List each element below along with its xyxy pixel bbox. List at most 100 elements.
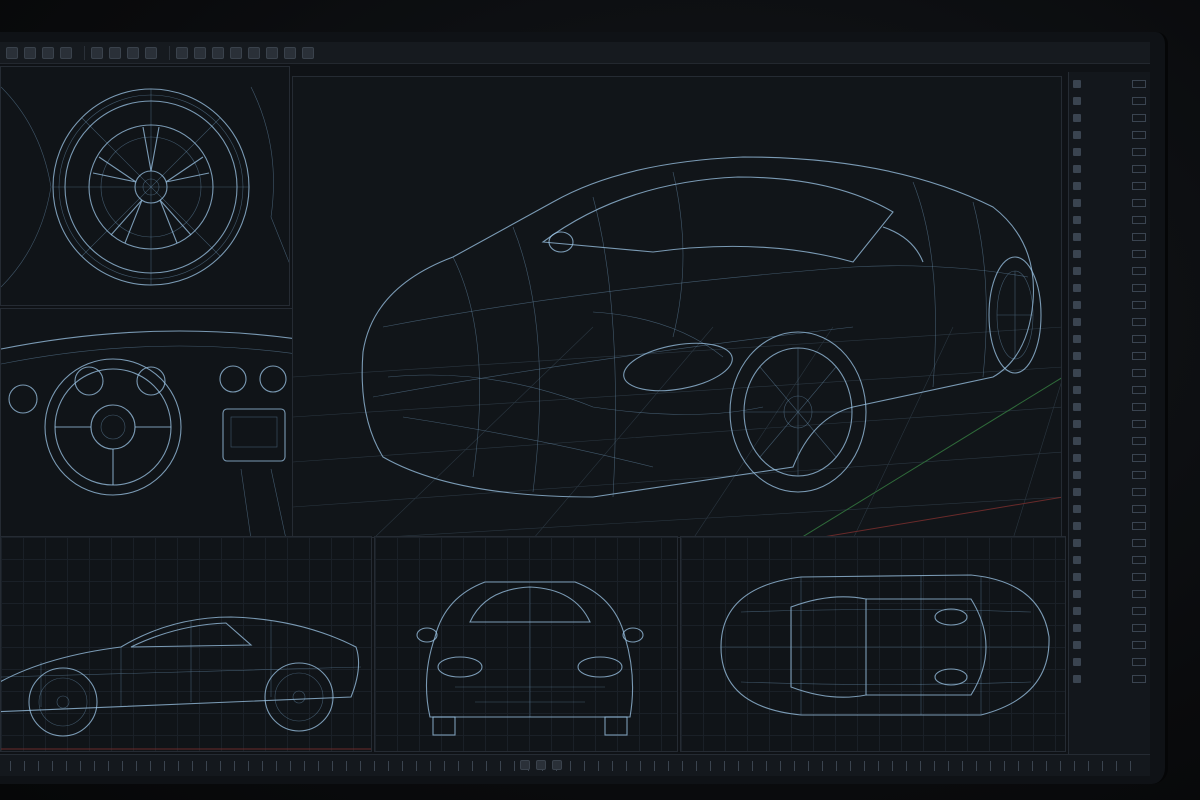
property-row[interactable] bbox=[1073, 673, 1146, 684]
property-row[interactable] bbox=[1073, 129, 1146, 140]
property-row[interactable] bbox=[1073, 146, 1146, 157]
property-value-box[interactable] bbox=[1132, 266, 1146, 275]
property-value-box[interactable] bbox=[1132, 300, 1146, 309]
snap-icon[interactable] bbox=[248, 46, 260, 59]
property-value-box[interactable] bbox=[1132, 283, 1146, 292]
property-row[interactable] bbox=[1073, 469, 1146, 480]
property-value-box[interactable] bbox=[1132, 232, 1146, 241]
property-value-box[interactable] bbox=[1132, 606, 1146, 615]
file-icon[interactable] bbox=[6, 46, 18, 59]
property-value-box[interactable] bbox=[1132, 504, 1146, 513]
viewport-top[interactable] bbox=[680, 536, 1066, 752]
property-value-box[interactable] bbox=[1132, 453, 1146, 462]
grid-icon[interactable] bbox=[230, 46, 242, 59]
property-row[interactable] bbox=[1073, 520, 1146, 531]
property-value-box[interactable] bbox=[1132, 436, 1146, 445]
property-value-box[interactable] bbox=[1132, 215, 1146, 224]
property-value-box[interactable] bbox=[1132, 419, 1146, 428]
property-value-box[interactable] bbox=[1132, 521, 1146, 530]
save-icon[interactable] bbox=[24, 46, 36, 59]
property-row[interactable] bbox=[1073, 503, 1146, 514]
property-row[interactable] bbox=[1073, 401, 1146, 412]
property-value-box[interactable] bbox=[1132, 623, 1146, 632]
property-row[interactable] bbox=[1073, 639, 1146, 650]
redo-icon[interactable] bbox=[60, 46, 72, 59]
property-value-box[interactable] bbox=[1132, 402, 1146, 411]
property-value-box[interactable] bbox=[1132, 181, 1146, 190]
property-row[interactable] bbox=[1073, 248, 1146, 259]
property-value-box[interactable] bbox=[1132, 385, 1146, 394]
property-row[interactable] bbox=[1073, 299, 1146, 310]
camera-icon[interactable] bbox=[176, 46, 188, 59]
layer-icon bbox=[1073, 538, 1081, 547]
property-row[interactable] bbox=[1073, 622, 1146, 633]
material-icon[interactable] bbox=[284, 46, 296, 59]
property-value-box[interactable] bbox=[1132, 147, 1146, 156]
property-row[interactable] bbox=[1073, 282, 1146, 293]
property-row[interactable] bbox=[1073, 486, 1146, 497]
property-value-box[interactable] bbox=[1132, 674, 1146, 683]
viewport-front[interactable] bbox=[374, 536, 678, 752]
stop-icon[interactable] bbox=[536, 760, 546, 770]
property-value-box[interactable] bbox=[1132, 198, 1146, 207]
property-row[interactable] bbox=[1073, 95, 1146, 106]
property-value-box[interactable] bbox=[1132, 368, 1146, 377]
property-row[interactable] bbox=[1073, 656, 1146, 667]
mesh-icon[interactable] bbox=[266, 46, 278, 59]
property-value-box[interactable] bbox=[1132, 249, 1146, 258]
key-icon[interactable] bbox=[552, 760, 562, 770]
property-row[interactable] bbox=[1073, 350, 1146, 361]
light-icon[interactable] bbox=[194, 46, 206, 59]
property-row[interactable] bbox=[1073, 605, 1146, 616]
render-icon[interactable] bbox=[212, 46, 224, 59]
property-value-box[interactable] bbox=[1132, 79, 1146, 88]
property-row[interactable] bbox=[1073, 214, 1146, 225]
property-value-box[interactable] bbox=[1132, 589, 1146, 598]
viewport-interior-detail[interactable] bbox=[0, 308, 296, 538]
property-row[interactable] bbox=[1073, 418, 1146, 429]
property-row[interactable] bbox=[1073, 197, 1146, 208]
property-row[interactable] bbox=[1073, 384, 1146, 395]
settings-icon[interactable] bbox=[302, 46, 314, 59]
property-value-box[interactable] bbox=[1132, 113, 1146, 122]
property-row[interactable] bbox=[1073, 163, 1146, 174]
property-value-box[interactable] bbox=[1132, 130, 1146, 139]
property-row[interactable] bbox=[1073, 367, 1146, 378]
property-value-box[interactable] bbox=[1132, 640, 1146, 649]
property-row[interactable] bbox=[1073, 333, 1146, 344]
property-row[interactable] bbox=[1073, 180, 1146, 191]
property-value-box[interactable] bbox=[1132, 538, 1146, 547]
property-row[interactable] bbox=[1073, 316, 1146, 327]
property-value-box[interactable] bbox=[1132, 317, 1146, 326]
property-value-box[interactable] bbox=[1132, 334, 1146, 343]
property-row[interactable] bbox=[1073, 571, 1146, 582]
timeline-bar[interactable] bbox=[0, 754, 1150, 776]
property-row[interactable] bbox=[1073, 265, 1146, 276]
property-row[interactable] bbox=[1073, 231, 1146, 242]
property-value-box[interactable] bbox=[1132, 487, 1146, 496]
scale-icon[interactable] bbox=[127, 46, 139, 59]
property-row[interactable] bbox=[1073, 435, 1146, 446]
property-value-box[interactable] bbox=[1132, 657, 1146, 666]
property-value-box[interactable] bbox=[1132, 470, 1146, 479]
property-value-box[interactable] bbox=[1132, 164, 1146, 173]
property-value-box[interactable] bbox=[1132, 572, 1146, 581]
play-icon[interactable] bbox=[520, 760, 530, 770]
viewport-wheel-detail[interactable] bbox=[0, 66, 290, 306]
property-row[interactable] bbox=[1073, 554, 1146, 565]
layer-icon bbox=[1073, 266, 1081, 275]
viewport-perspective[interactable] bbox=[292, 76, 1062, 538]
viewport-side[interactable] bbox=[0, 536, 372, 752]
property-row[interactable] bbox=[1073, 588, 1146, 599]
move-icon[interactable] bbox=[91, 46, 103, 59]
property-row[interactable] bbox=[1073, 537, 1146, 548]
select-icon[interactable] bbox=[145, 46, 157, 59]
rotate-icon[interactable] bbox=[109, 46, 121, 59]
property-value-box[interactable] bbox=[1132, 96, 1146, 105]
property-row[interactable] bbox=[1073, 112, 1146, 123]
undo-icon[interactable] bbox=[42, 46, 54, 59]
property-value-box[interactable] bbox=[1132, 555, 1146, 564]
property-row[interactable] bbox=[1073, 78, 1146, 89]
property-value-box[interactable] bbox=[1132, 351, 1146, 360]
property-row[interactable] bbox=[1073, 452, 1146, 463]
